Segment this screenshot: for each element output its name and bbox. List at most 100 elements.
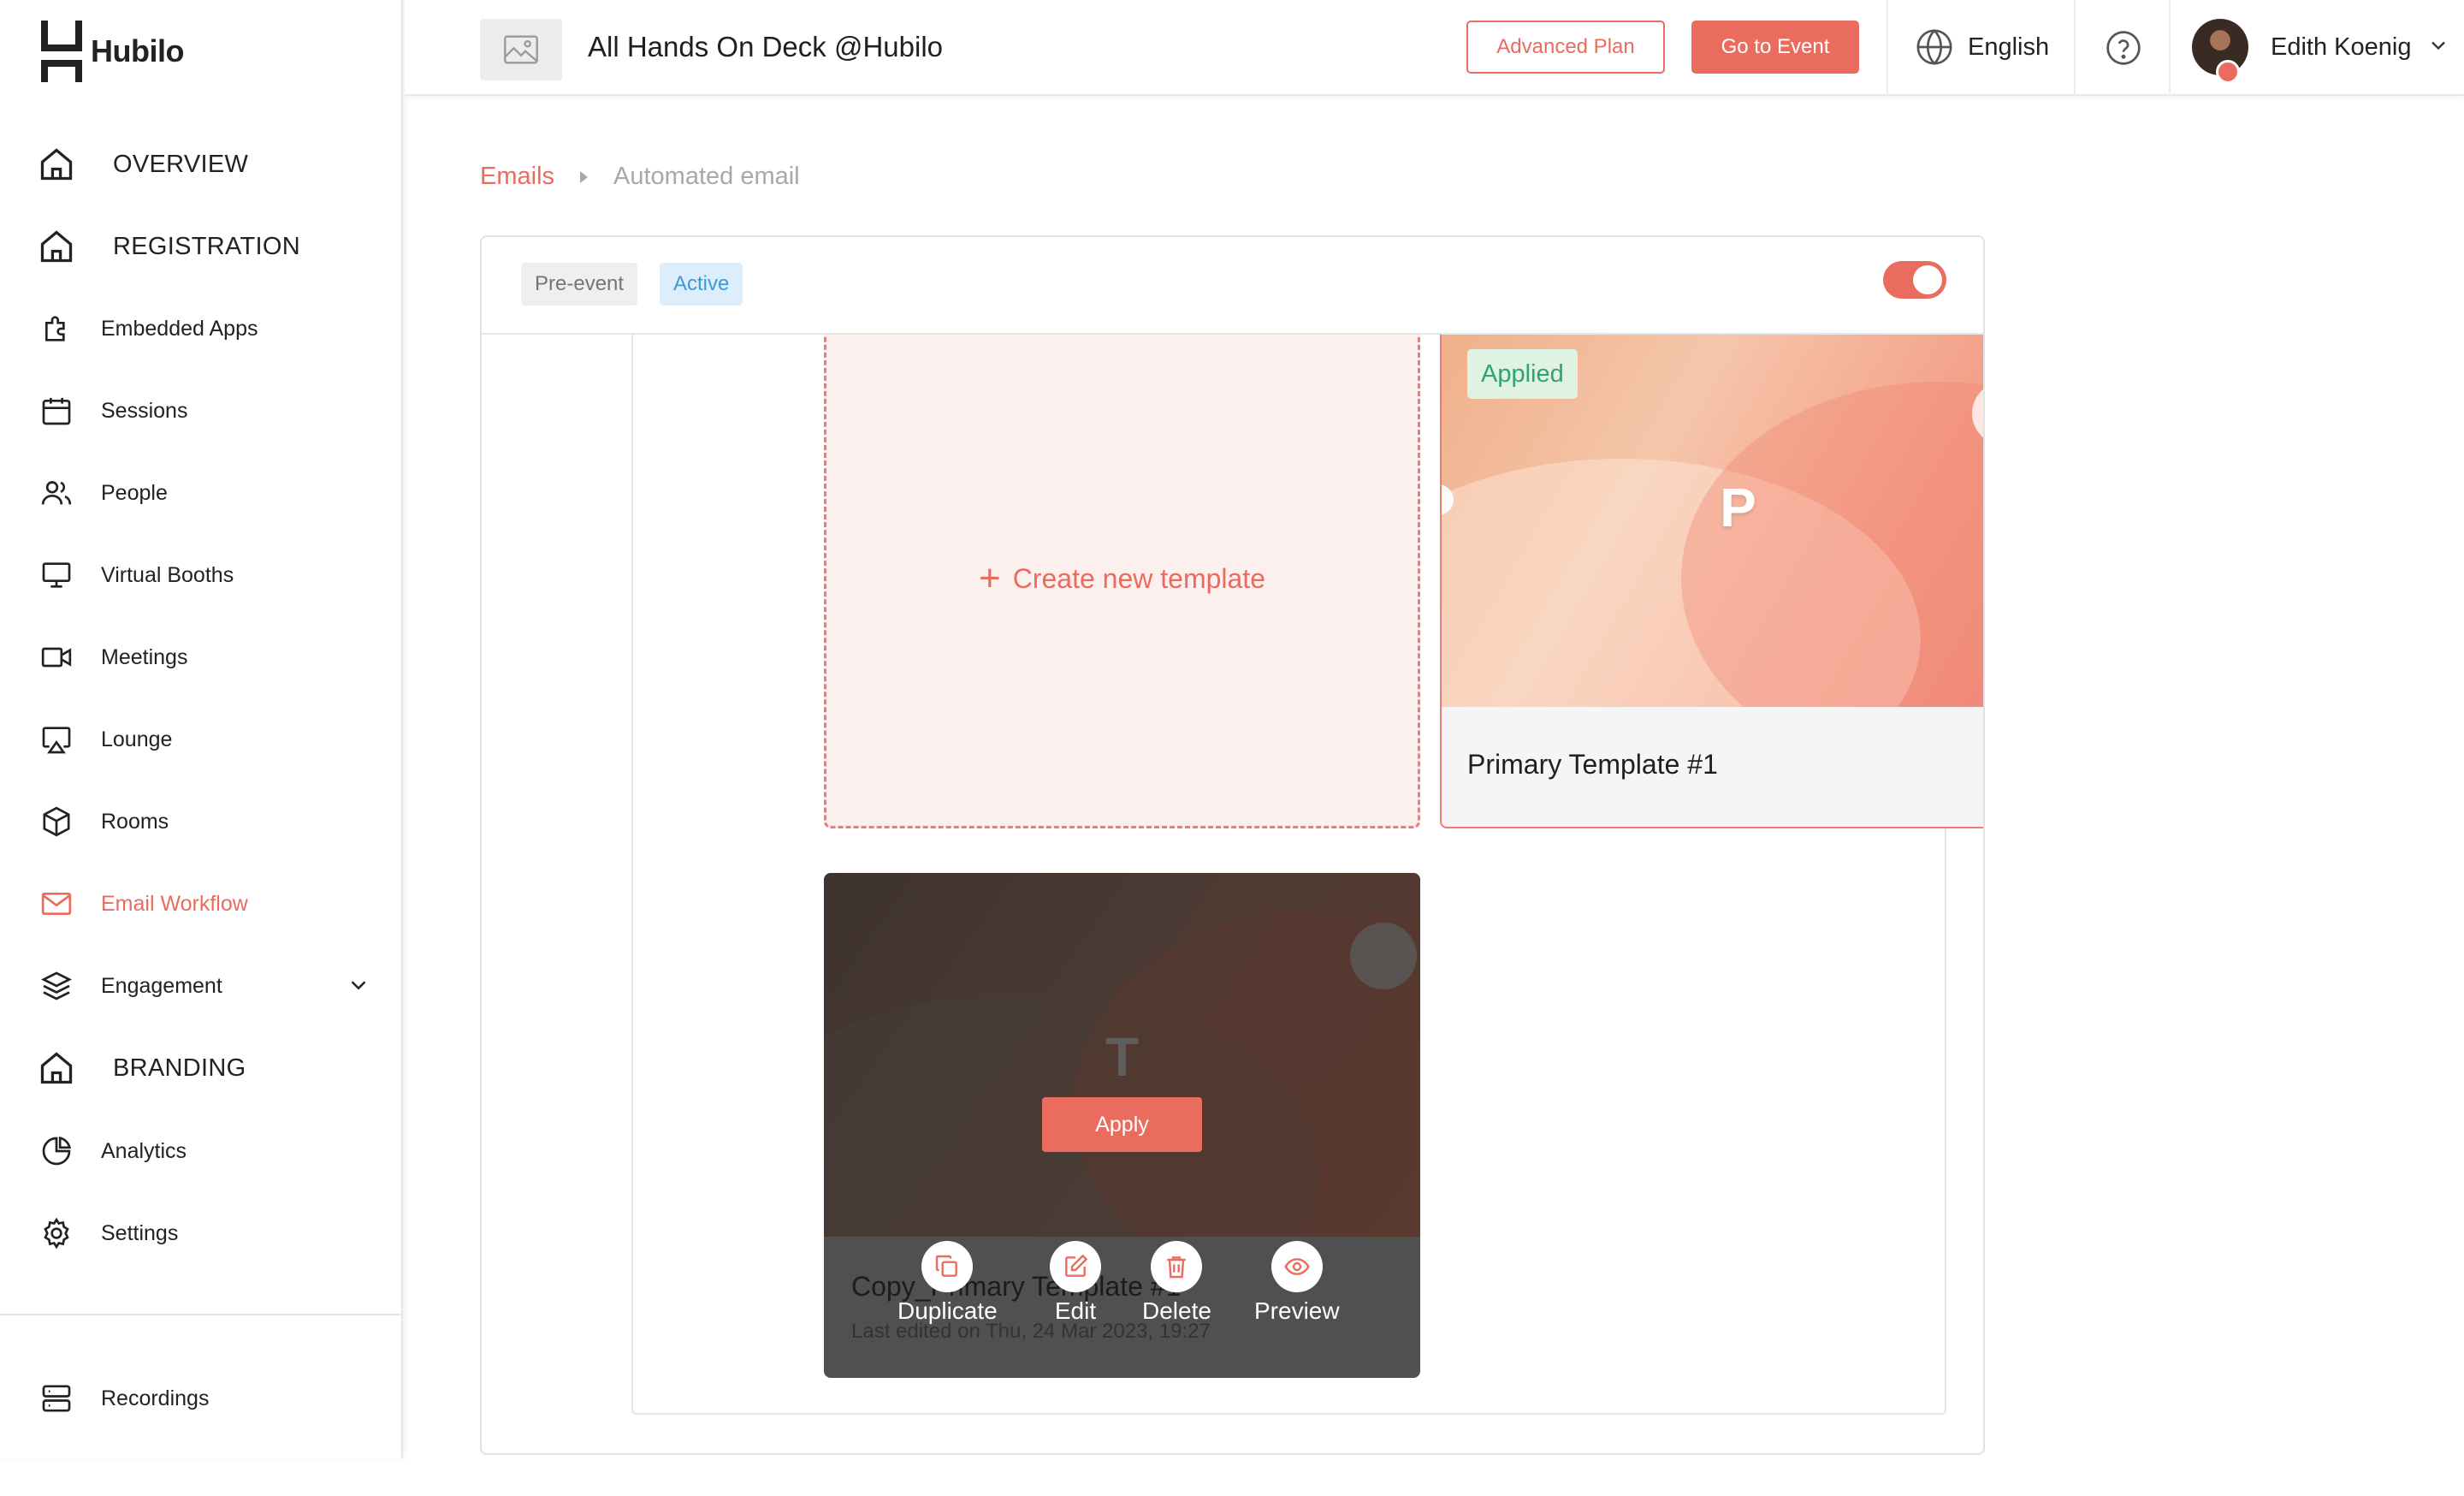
puzzle-icon [38, 310, 75, 347]
copy-icon [921, 1241, 974, 1292]
sidebar-item-label: Rooms [101, 809, 169, 834]
eye-icon [1270, 1241, 1323, 1292]
monitor-icon [38, 556, 75, 594]
server-icon [38, 1380, 75, 1417]
header-divider [2169, 0, 2171, 96]
sidebar-item-label: Settings [101, 1220, 179, 1245]
sidebar-item-branding[interactable]: BRANDING [38, 1042, 371, 1094]
active-toggle[interactable] [1883, 261, 1946, 299]
image-icon [504, 35, 538, 64]
sidebar-item-embedded-apps[interactable]: Embedded Apps [38, 303, 371, 354]
template-initial: T [1105, 1026, 1140, 1088]
calendar-icon [38, 392, 75, 430]
sidebar-item-meetings[interactable]: Meetings [38, 632, 371, 683]
sidebar-item-registration[interactable]: REGISTRATION [38, 221, 371, 272]
preview-button[interactable]: Preview [1254, 1241, 1340, 1325]
sidebar-item-settings[interactable]: Settings [38, 1208, 371, 1259]
template-name: Primary Template #1 [1467, 749, 1718, 780]
home-icon [38, 1049, 75, 1087]
sidebar-item-label: Embedded Apps [101, 316, 258, 341]
go-to-event-button[interactable]: Go to Event [1691, 21, 1859, 74]
preview-label: Preview [1254, 1297, 1340, 1324]
header-divider [1886, 0, 1888, 96]
sidebar-item-label: People [101, 480, 168, 505]
edit-button[interactable]: Edit [1050, 1241, 1101, 1325]
status-badge: Active [660, 263, 743, 306]
pie-chart-icon [38, 1132, 75, 1170]
help-button[interactable] [2105, 29, 2142, 71]
decor-wave [1681, 382, 1983, 707]
people-icon [38, 474, 75, 512]
sidebar-item-virtual-booths[interactable]: Virtual Booths [38, 549, 371, 601]
edit-label: Edit [1054, 1297, 1097, 1324]
sidebar-item-label: Virtual Booths [101, 562, 234, 587]
top-header: All Hands On Deck @Hubilo Advanced Plan … [405, 0, 2464, 96]
sidebar-item-label: Email Workflow [101, 891, 248, 916]
edit-icon [1050, 1241, 1101, 1292]
brand-name: Hubilo [91, 33, 184, 68]
create-template-label: Create new template [1012, 562, 1265, 594]
sidebar-item-label: BRANDING [113, 1054, 246, 1082]
layers-icon [38, 967, 75, 1005]
hubilo-logo[interactable]: Hubilo [39, 21, 184, 82]
sidebar: Hubilo OVERVIEW REGISTRATION Embedded Ap… [0, 0, 403, 1458]
home-icon [38, 145, 75, 183]
sidebar-item-email-workflow[interactable]: Email Workflow [38, 878, 371, 929]
status-badge [2216, 60, 2240, 84]
decor-bubble [1350, 923, 1417, 989]
sidebar-item-overview[interactable]: OVERVIEW [38, 139, 371, 190]
sidebar-divider [0, 1314, 403, 1315]
event-title: All Hands On Deck @Hubilo [588, 31, 943, 62]
chevron-right-icon [580, 170, 589, 183]
templates-panel: + Create new template P Applied Primary … [631, 237, 1983, 1415]
sidebar-item-people[interactable]: People [38, 467, 371, 519]
duplicate-button[interactable]: Duplicate [897, 1241, 998, 1325]
language-label: English [1968, 33, 2050, 61]
language-selector[interactable]: English [1915, 27, 2049, 67]
sidebar-item-rooms[interactable]: Rooms [38, 796, 371, 847]
template-card[interactable]: P Applied Primary Template #1 [1440, 329, 1983, 828]
breadcrumb-emails-link[interactable]: Emails [480, 163, 554, 191]
template-thumbnail: T Apply [824, 873, 1420, 1237]
user-menu[interactable]: Edith Koenig [2192, 19, 2450, 84]
sidebar-item-label: Meetings [101, 644, 188, 669]
event-image-placeholder[interactable] [480, 19, 562, 80]
sidebar-item-label: Analytics [101, 1138, 187, 1163]
plus-icon: + [979, 557, 1001, 599]
applied-badge: Applied [1467, 349, 1578, 399]
globe-icon [1916, 28, 1952, 66]
trash-icon [1151, 1241, 1203, 1292]
tag-pre-event: Pre-event [521, 263, 638, 306]
template-initial: P [1720, 477, 1756, 538]
sidebar-item-recordings[interactable]: Recordings [38, 1373, 371, 1424]
home-icon [38, 228, 75, 265]
sidebar-item-label: Lounge [101, 727, 173, 751]
template-thumbnail: P Applied [1442, 330, 1983, 707]
cube-icon [38, 803, 75, 840]
sidebar-item-lounge[interactable]: Lounge [38, 714, 371, 765]
gear-icon [38, 1214, 75, 1252]
delete-button[interactable]: Delete [1142, 1241, 1211, 1325]
duplicate-label: Duplicate [897, 1297, 998, 1324]
template-card[interactable]: T Apply Copy_Primary Template #1 Last ed… [824, 873, 1420, 1378]
sidebar-item-label: REGISTRATION [113, 232, 300, 260]
chevron-down-icon [2426, 33, 2450, 62]
toggle-knob [1913, 265, 1942, 294]
advanced-plan-button[interactable]: Advanced Plan [1466, 21, 1665, 74]
chevron-down-icon[interactable] [346, 972, 371, 1002]
breadcrumb-current: Automated email [613, 163, 800, 190]
card-header: Pre-event Active [482, 237, 1983, 335]
sidebar-item-engagement[interactable]: Engagement [38, 960, 371, 1012]
create-template-button[interactable]: + Create new template [824, 329, 1420, 828]
sidebar-item-label: OVERVIEW [113, 150, 249, 178]
avatar [2192, 19, 2248, 84]
delete-label: Delete [1142, 1297, 1211, 1324]
sidebar-item-label: Recordings [101, 1386, 210, 1410]
header-divider [2074, 0, 2076, 96]
apply-button[interactable]: Apply [1042, 1097, 1202, 1152]
sidebar-item-analytics[interactable]: Analytics [38, 1125, 371, 1177]
video-icon [38, 638, 75, 676]
sidebar-item-label: Engagement [101, 973, 222, 998]
sidebar-item-sessions[interactable]: Sessions [38, 385, 371, 436]
breadcrumb: Emails Automated email [480, 163, 800, 191]
